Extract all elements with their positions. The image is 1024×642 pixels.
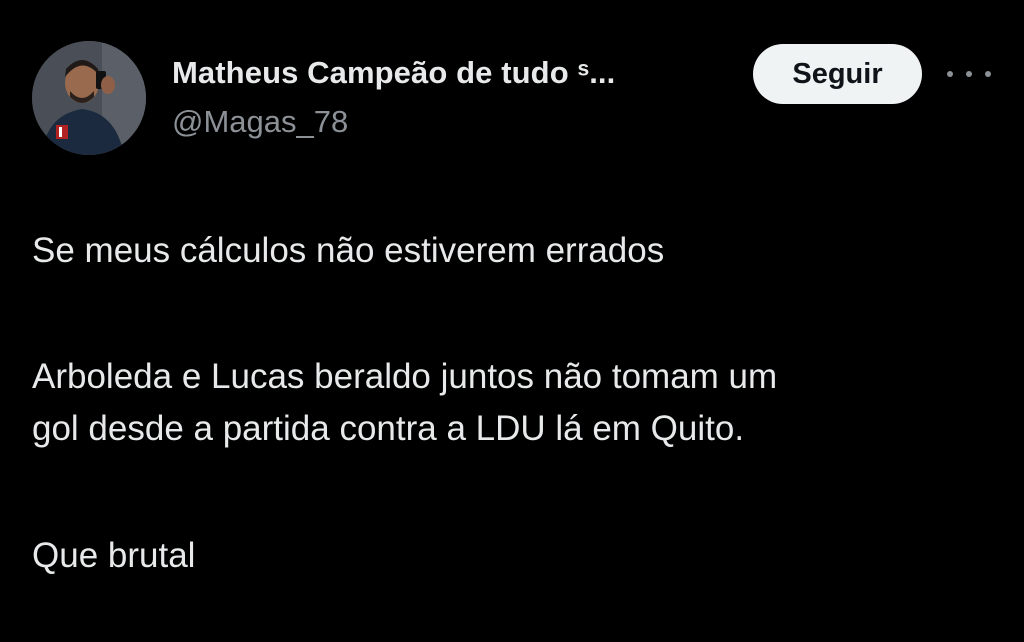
- tweet-line: Arboleda e Lucas beraldo juntos não toma…: [32, 357, 778, 396]
- tweet-line: Que brutal: [32, 536, 196, 575]
- more-dot: [985, 71, 991, 77]
- more-horizontal-icon[interactable]: [947, 62, 991, 86]
- tweet-text-paragraph-3: Que brutal: [32, 530, 195, 582]
- tweet-text-paragraph-1: Se meus cálculos não estiverem errados: [32, 225, 664, 277]
- tweet-card: Matheus Campeão de tudo ˢ... @Magas_78 S…: [0, 0, 1024, 642]
- follow-button[interactable]: Seguir: [753, 44, 922, 104]
- tweet-line: gol desde a partida contra a LDU lá em Q…: [32, 409, 745, 448]
- tweet-text-paragraph-2: Arboleda e Lucas beraldo juntos não toma…: [32, 351, 777, 455]
- tweet-line: Se meus cálculos não estiverem errados: [32, 231, 665, 270]
- more-dot: [966, 71, 972, 77]
- avatar[interactable]: [32, 41, 146, 155]
- avatar-photo: [32, 41, 146, 155]
- more-dot: [947, 71, 953, 77]
- author-handle[interactable]: @Magas_78: [172, 104, 348, 140]
- author-display-name[interactable]: Matheus Campeão de tudo ˢ...: [172, 55, 615, 91]
